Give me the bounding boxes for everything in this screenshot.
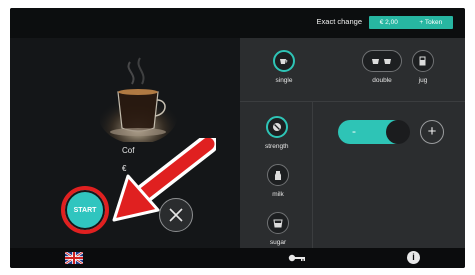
single-cup-icon (273, 50, 295, 72)
coffee-cup-icon (98, 52, 180, 144)
info-icon[interactable]: i (407, 251, 420, 264)
machine-screen: Exact change € 2,00 + Token Cof € START … (10, 8, 465, 268)
sugar-label: sugar (269, 239, 287, 246)
sugar-icon (267, 212, 289, 234)
price-value: € 2,00 (379, 19, 398, 26)
size-option-double[interactable]: double (362, 50, 402, 84)
start-button[interactable]: START (61, 186, 109, 234)
minus-label: - (352, 124, 356, 138)
double-label: double (372, 77, 392, 84)
customize-column: strength milk sugar (240, 102, 313, 248)
size-options: single double jug (240, 38, 465, 102)
milk-label: milk (272, 191, 284, 198)
red-arrow-annotation (112, 138, 216, 222)
options-panel: single double jug strength milk sugar - … (240, 38, 465, 248)
strength-label: strength (265, 143, 289, 150)
size-option-single[interactable]: single (273, 50, 295, 84)
single-label: single (275, 77, 293, 84)
strength-adjuster: - + (338, 120, 448, 144)
key-icon[interactable] (288, 254, 306, 262)
option-sugar[interactable]: sugar (267, 212, 289, 246)
token-label: + Token (419, 19, 443, 26)
bottom-bar: i (10, 248, 465, 268)
product-panel: Cof € START (10, 38, 240, 248)
jug-icon (412, 50, 434, 72)
strength-slider-knob[interactable] (386, 120, 410, 144)
strength-icon (265, 116, 288, 138)
jug-label: jug (418, 77, 428, 84)
milk-icon (267, 164, 289, 186)
uk-flag-icon[interactable] (65, 252, 83, 264)
double-cup-icon (362, 50, 402, 72)
price-badge: € 2,00 + Token (369, 16, 453, 29)
option-strength[interactable]: strength (265, 116, 289, 150)
top-bar: Exact change € 2,00 + Token (10, 8, 465, 38)
option-milk[interactable]: milk (267, 164, 289, 198)
exact-change-label: Exact change (316, 17, 362, 26)
size-option-jug[interactable]: jug (412, 50, 434, 84)
device-frame: Exact change € 2,00 + Token Cof € START … (0, 0, 475, 275)
plus-button[interactable]: + (420, 120, 444, 144)
